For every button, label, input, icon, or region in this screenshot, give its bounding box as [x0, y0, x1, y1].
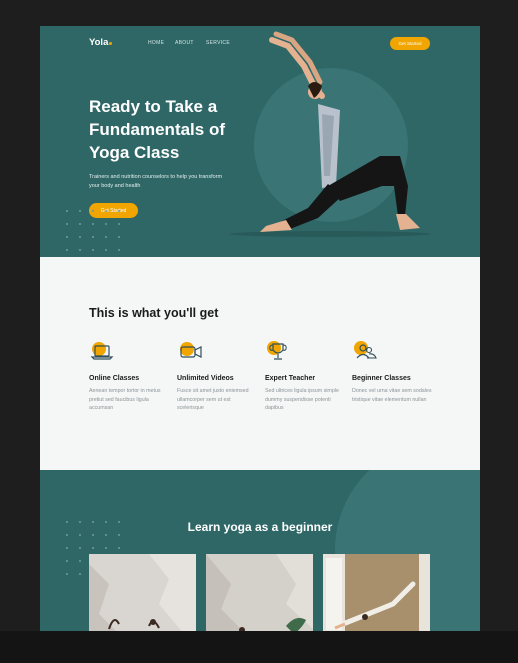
yoga-class-photo: [206, 554, 313, 631]
class-card-image[interactable]: [206, 554, 313, 631]
feature-desc: Donec vel urna vitae sem sodales tristiq…: [352, 388, 432, 403]
laptop-icon: [89, 341, 114, 363]
feature-desc: Sed ultrices ligula ipsum simple dummy s…: [265, 388, 339, 411]
logo-dot-icon: [109, 42, 113, 45]
feature-card-online-classes: Online Classes Aenean tempor tortor in m…: [89, 341, 169, 413]
feature-name: Unlimited Videos: [177, 375, 234, 382]
nav-about[interactable]: ABOUT: [175, 40, 194, 46]
video-camera-icon: [177, 341, 202, 363]
learn-section: Learn yoga as a beginner: [40, 470, 480, 631]
yoga-class-photo: [89, 554, 196, 631]
feature-desc: Aenean tempor tortor in metus pretiut se…: [89, 388, 161, 411]
logo[interactable]: Yola: [89, 37, 113, 48]
users-icon: [352, 341, 377, 363]
trophy-icon: [265, 341, 289, 363]
yoga-class-photo: [323, 554, 430, 631]
feature-desc: Fusce sit amet justo eniemsed ullamcorpe…: [177, 388, 249, 411]
nav-home[interactable]: HOME: [148, 40, 164, 46]
landing-page: Yola HOME ABOUT SERVICE Get Started Read…: [40, 26, 480, 631]
feature-card-expert-teacher: Expert Teacher Sed ultrices ligula ipsum…: [265, 341, 345, 413]
bottom-band: [0, 631, 518, 663]
feature-card-beginner-classes: Beginner Classes Donec vel urna vitae se…: [352, 341, 432, 404]
feature-name: Beginner Classes: [352, 375, 411, 382]
feature-card-unlimited-videos: Unlimited Videos Fusce sit amet justo en…: [177, 341, 257, 413]
logo-text: Yola: [89, 37, 109, 48]
learn-title: Learn yoga as a beginner: [187, 520, 333, 534]
hero-subtitle: Trainers and nutrition counselors to hel…: [89, 174, 223, 189]
hero-dot-pattern: [66, 210, 120, 251]
feature-name: Online Classes: [89, 375, 140, 382]
feature-name: Expert Teacher: [265, 375, 316, 382]
hero-section: Yola HOME ABOUT SERVICE Get Started Read…: [40, 26, 480, 257]
yoga-woman-illustration: [230, 31, 430, 237]
class-card-image[interactable]: [89, 554, 196, 631]
features-title: This is what you'll get: [89, 306, 219, 320]
class-card-image[interactable]: [323, 554, 430, 631]
features-section: This is what you'll get Online Classes A…: [40, 257, 480, 470]
